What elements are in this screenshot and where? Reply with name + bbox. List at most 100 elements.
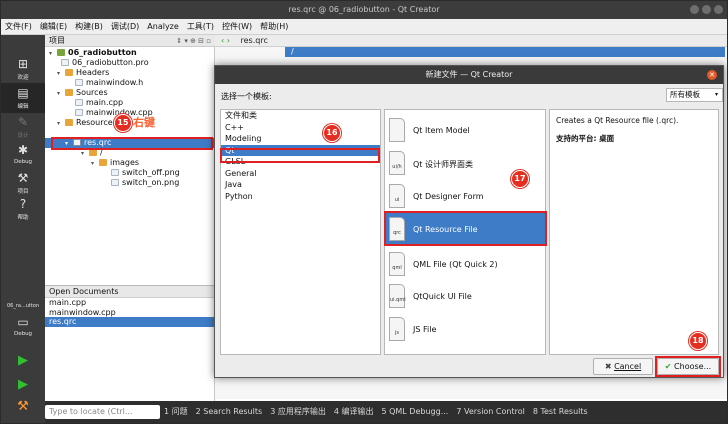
template-item[interactable]: ui.qml QtQuick UI File [385,280,545,312]
choose-template-label: 选择一个模板: [221,92,272,101]
chevron-down-icon: ▾ [714,91,718,98]
template-file-icon: ui [389,184,405,208]
right-click-callout: 右键 [133,116,155,129]
kit-selector[interactable]: ▭ Debug [1,315,45,337]
menu-file[interactable]: 文件(F) [1,19,36,34]
menu-help[interactable]: 帮助(H) [256,19,292,34]
open-doc-item[interactable]: main.cpp [45,298,215,308]
output-tab-compile[interactable]: 4 编译输出 [330,401,378,423]
menu-tools[interactable]: 工具(T) [183,19,218,34]
template-description: Creates a Qt Resource file (.qrc). 支持的平台… [549,109,719,355]
output-tab-qml-debug[interactable]: 5 QML Debugg... [377,401,452,423]
build-icon[interactable]: ⚒ [1,399,45,414]
step-badge-15: 15 [114,114,132,132]
tree-item[interactable]: 06_radiobutton.pro [45,58,215,68]
mode-help[interactable]: ? 帮助 [1,197,45,221]
editor-file-tab[interactable]: res.qrc [233,36,268,45]
project-icon [57,49,65,56]
wrench-icon: ⚒ [17,171,29,185]
monitor-icon: ▭ [17,315,29,329]
annotation-box-resource-file [384,211,547,246]
category-item[interactable]: Python [221,191,380,203]
tree-item[interactable]: main.cpp [45,98,215,108]
template-filter-select[interactable]: 所有模板 ▾ [666,88,723,102]
output-tab-tests[interactable]: 8 Test Results [529,401,592,423]
dialog-title: 新建文件 — Qt Creator [425,70,513,79]
tree-folder[interactable]: ▾ images [45,158,215,168]
edit-icon: ▤ [17,86,29,100]
description-text: Creates a Qt Resource file (.qrc). [556,116,679,125]
category-item[interactable]: C++ [221,122,380,134]
menu-widgets[interactable]: 控件(W) [218,19,256,34]
platform-text: 支持的平台: 桌面 [556,134,615,143]
tree-folder[interactable]: ▾ Headers [45,68,215,78]
minimize-button[interactable] [690,5,699,14]
step-badge-18: 18 [689,332,707,350]
sidebar-tools-icon[interactable]: ⇕ ▾ ⊕ ⊟ ▫ [176,35,211,47]
locate-input[interactable]: Type to locate (Ctrl... [45,405,160,419]
category-item[interactable]: Modeling [221,133,380,145]
mode-welcome[interactable]: ⊞ 欢迎 [1,57,45,81]
template-file-icon: js [389,317,405,341]
file-icon [61,59,69,66]
window-title: res.qrc @ 06_radiobutton - Qt Creator [288,5,440,14]
menu-bar: 文件(F) 编辑(E) 构建(B) 调试(D) Analyze 工具(T) 控件… [1,19,727,35]
new-file-dialog: 新建文件 — Qt Creator ✕ 选择一个模板: 所有模板 ▾ 文件和类 … [214,65,724,378]
window-controls [690,5,723,14]
template-item[interactable]: Qt Item Model [385,114,545,146]
annotation-box-qt-category [220,148,380,163]
grid-icon: ⊞ [17,57,29,71]
tree-folder[interactable]: ▾ Sources [45,88,215,98]
debug-run-icon[interactable]: ▶ [1,377,45,392]
file-icon [75,79,83,86]
title-bar: res.qrc @ 06_radiobutton - Qt Creator [1,1,727,19]
tree-project-root[interactable]: ▾ 06_radiobutton [45,48,215,58]
template-item[interactable]: js JS File [385,313,545,345]
open-doc-item[interactable]: res.qrc [45,317,215,327]
image-file-icon [111,169,119,176]
menu-analyze[interactable]: Analyze [143,19,183,34]
output-tab-search[interactable]: 2 Search Results [192,401,267,423]
folder-icon [65,69,73,76]
pencil-icon: ✎ [17,115,29,129]
menu-debug[interactable]: 调试(D) [107,19,143,34]
menu-edit[interactable]: 编辑(E) [36,19,71,34]
menu-build[interactable]: 构建(B) [71,19,107,34]
category-item[interactable]: Java [221,179,380,191]
file-icon [75,99,83,106]
editor-toolbar: ‹ › res.qrc [215,35,727,47]
status-bar: Type to locate (Ctrl... 1 问题 2 Search Re… [45,401,727,423]
template-item[interactable]: qml QML File (Qt Quick 2) [385,248,545,280]
category-item[interactable]: 文件和类 [221,110,380,122]
output-tab-issues[interactable]: 1 问题 [160,401,192,423]
mode-edit[interactable]: ▤ 编辑 [1,83,45,113]
mode-design[interactable]: ✎ 设计 [1,115,45,139]
tree-item[interactable]: switch_off.png [45,168,215,178]
cancel-button[interactable]: ✖ Cancel [593,358,653,375]
output-tab-vcs[interactable]: 7 Version Control [452,401,529,423]
category-item[interactable]: General [221,168,380,180]
open-doc-item[interactable]: mainwindow.cpp [45,308,215,318]
dialog-title-bar: 新建文件 — Qt Creator ✕ [215,66,723,84]
project-sidebar: 项目 ⇕ ▾ ⊕ ⊟ ▫ ▾ 06_radiobutton 06_radiobut… [45,35,215,423]
tree-item[interactable]: mainwindow.h [45,78,215,88]
folder-icon [89,149,97,156]
dialog-close-icon[interactable]: ✕ [707,70,717,80]
resource-prefix-row[interactable]: / [285,47,725,57]
tree-item[interactable]: switch_on.png [45,178,215,188]
file-icon [75,109,83,116]
image-file-icon [111,179,119,186]
close-window-button[interactable] [714,5,723,14]
output-tab-app-output[interactable]: 3 应用程序输出 [266,401,330,423]
run-icon[interactable]: ▶ [1,353,45,368]
maximize-button[interactable] [702,5,711,14]
mode-debug[interactable]: ✱ Debug [1,143,45,165]
help-icon: ? [19,197,27,211]
annotation-box-choose [655,356,721,377]
bug-icon: ✱ [17,143,29,157]
mode-projects[interactable]: ⚒ 项目 [1,171,45,195]
kit-project[interactable]: 06_ra...utton [1,303,45,309]
category-list: 文件和类 C++ Modeling Qt GLSL General Java P… [220,109,381,355]
nav-arrows-icon[interactable]: ‹ › [215,36,230,45]
template-file-icon [389,118,405,142]
